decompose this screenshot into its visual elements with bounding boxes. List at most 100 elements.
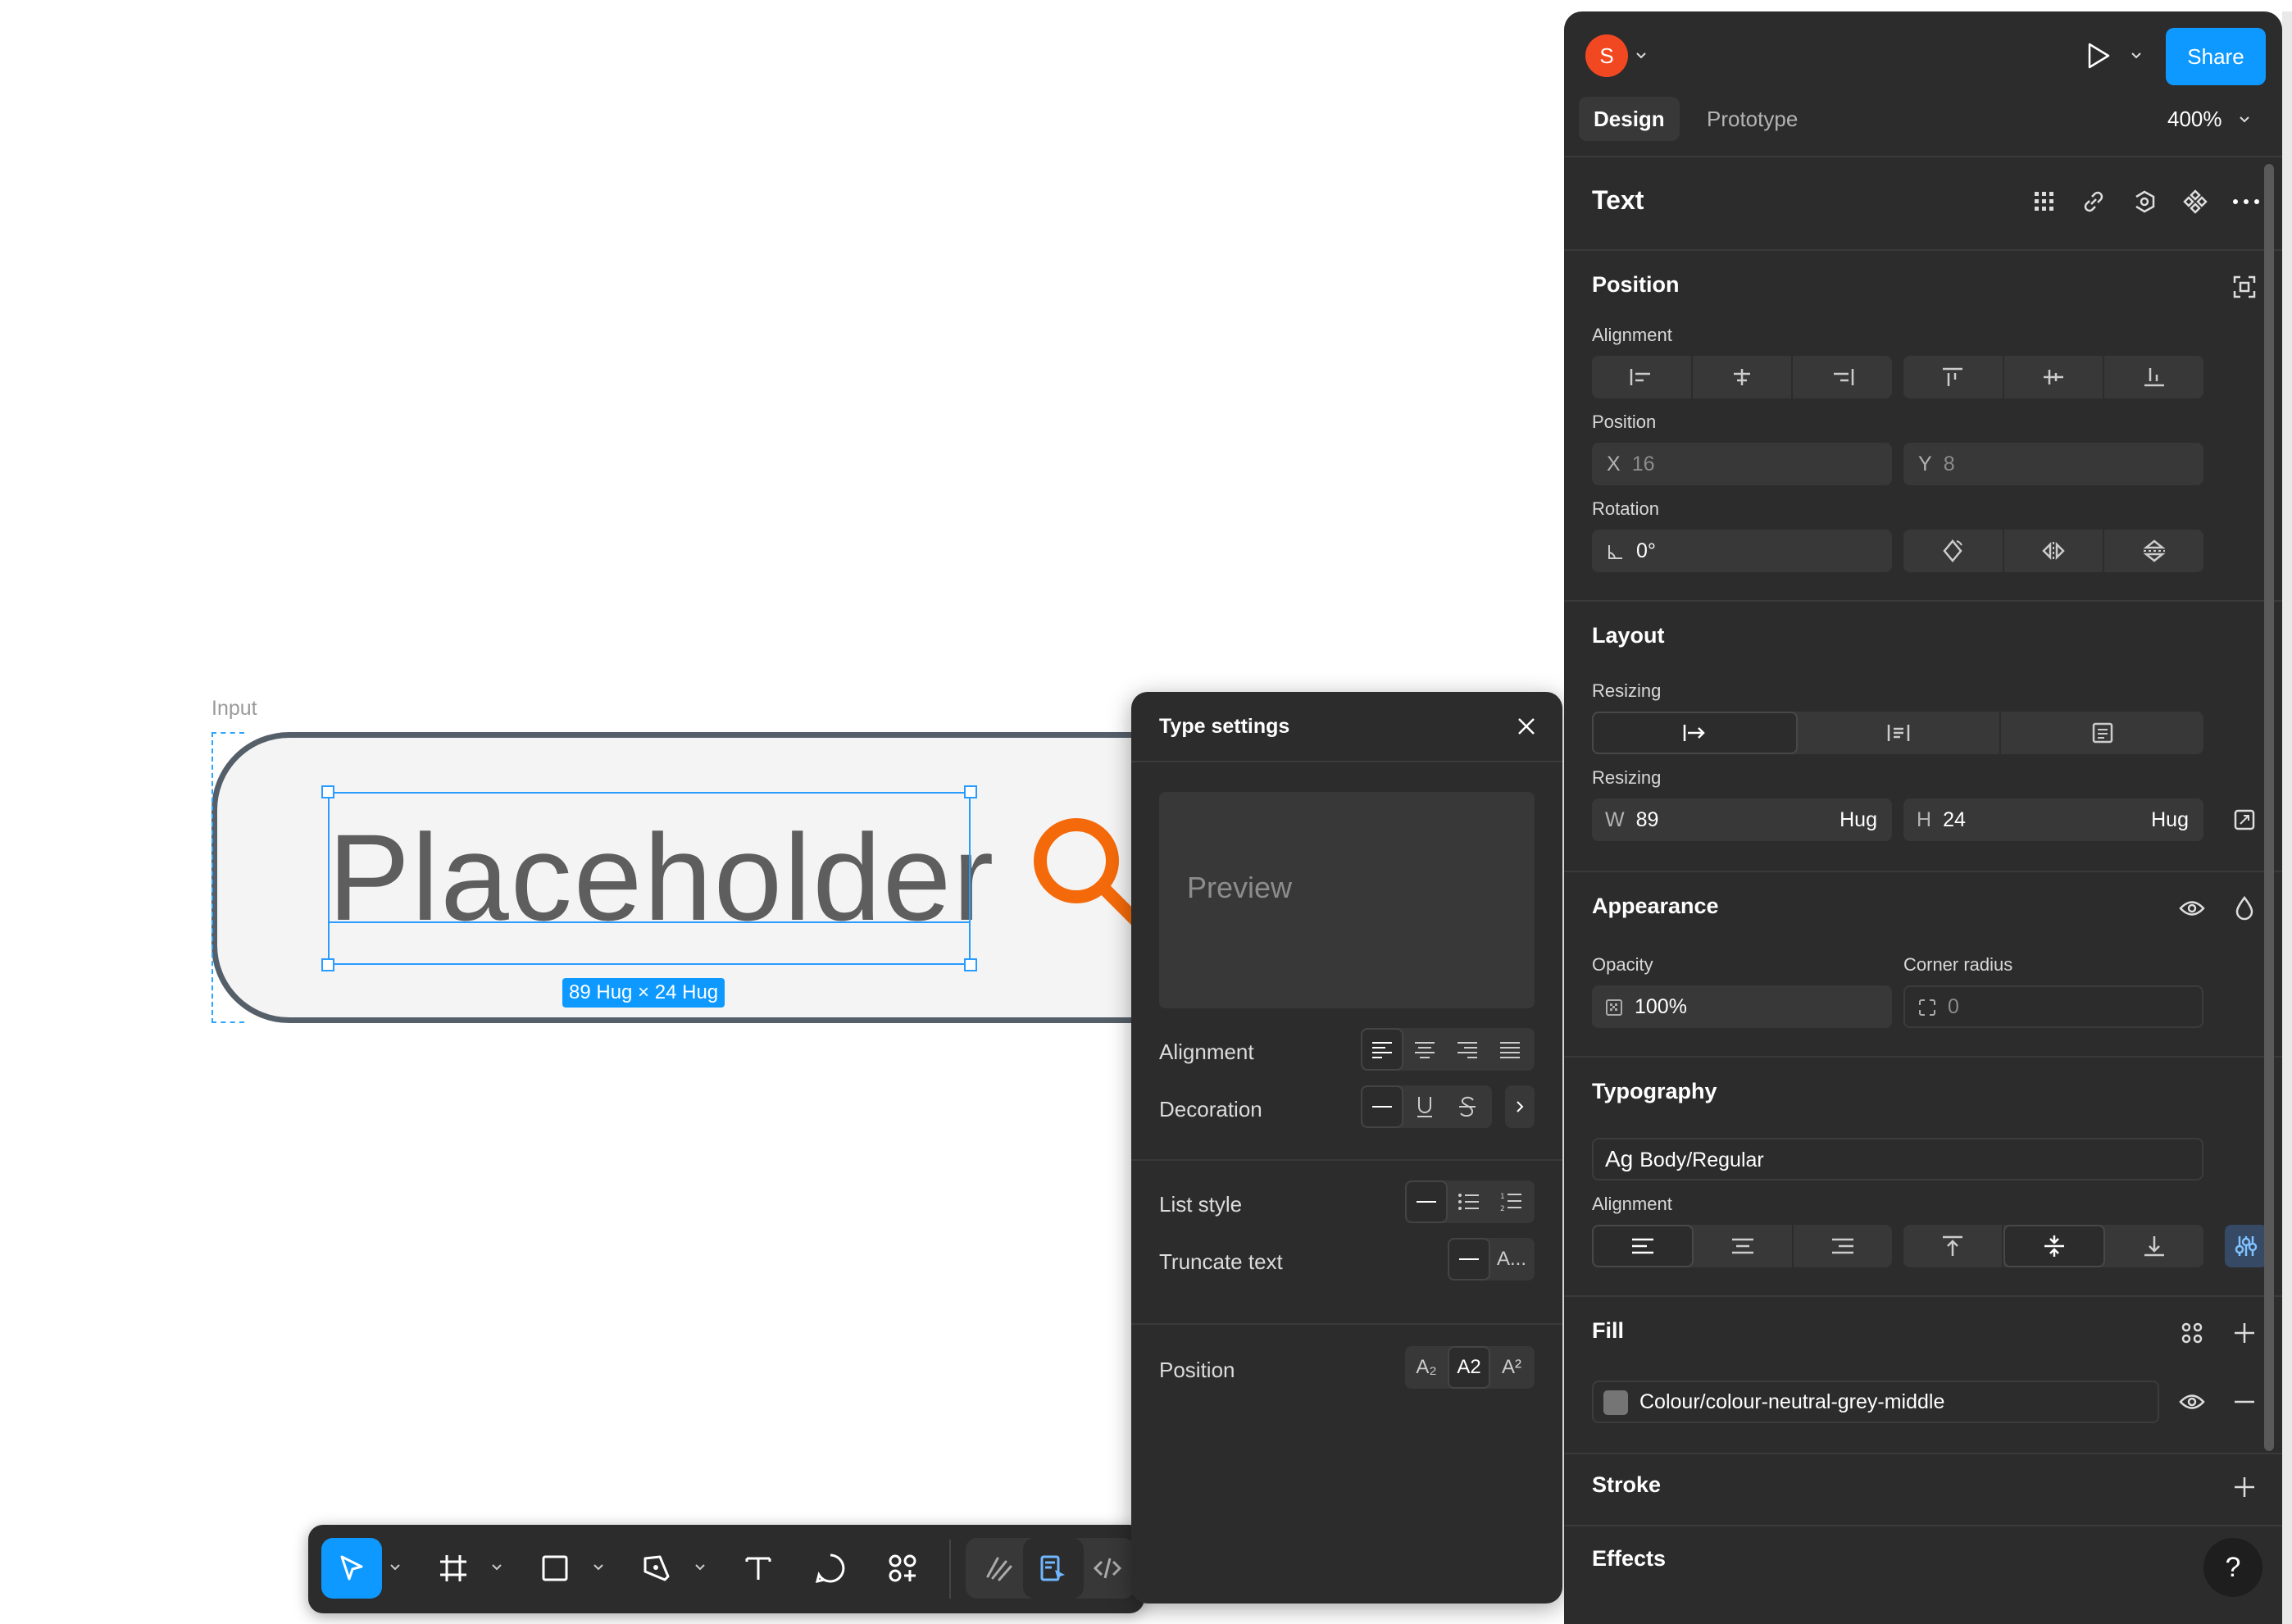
panel-scrollbar[interactable] xyxy=(2264,164,2274,1451)
frame-tool-icon[interactable] xyxy=(423,1538,484,1599)
text-tool-icon[interactable] xyxy=(728,1538,789,1599)
resize-handle-top-left[interactable] xyxy=(321,785,334,798)
height-input[interactable]: H 24 Hug xyxy=(1903,798,2203,841)
horizontal-align-control xyxy=(1592,356,1892,398)
effects-section-title: Effects xyxy=(1592,1546,1667,1571)
chevron-down-icon[interactable] xyxy=(489,1559,505,1576)
constrain-proportions-icon[interactable] xyxy=(2228,803,2261,836)
opacity-input[interactable]: 100% xyxy=(1592,985,1892,1028)
resize-handle-bottom-left[interactable] xyxy=(321,958,334,971)
style-icon[interactable] xyxy=(2128,185,2161,218)
numbered-list-icon[interactable]: 12 xyxy=(1490,1180,1533,1223)
align-justify-icon[interactable] xyxy=(1489,1028,1531,1071)
decoration-none-icon[interactable] xyxy=(1361,1085,1403,1128)
align-horizontal-center-icon[interactable] xyxy=(1693,356,1794,398)
add-stroke-icon[interactable] xyxy=(2228,1471,2261,1503)
blend-mode-icon[interactable] xyxy=(2228,892,2261,925)
grid-icon[interactable] xyxy=(2028,185,2061,218)
link-icon[interactable] xyxy=(2077,185,2110,218)
align-bottom-edge-icon[interactable] xyxy=(2104,356,2203,398)
tab-prototype[interactable]: Prototype xyxy=(1692,97,1812,141)
subscript-option[interactable]: A₂ xyxy=(1405,1346,1448,1389)
text-resizing-control xyxy=(1592,712,2203,754)
auto-width-icon[interactable] xyxy=(1592,712,1798,754)
tab-design[interactable]: Design xyxy=(1579,97,1680,141)
move-tool-icon[interactable] xyxy=(321,1538,382,1599)
help-button[interactable]: ? xyxy=(2203,1538,2262,1597)
rotation-input[interactable]: 0° xyxy=(1592,530,1892,572)
rotate-icon[interactable] xyxy=(1903,530,2004,572)
type-settings-icon[interactable] xyxy=(2225,1225,2267,1267)
normal-position-option[interactable]: A2 xyxy=(1448,1346,1490,1389)
pen-tool-icon[interactable] xyxy=(626,1538,687,1599)
truncate-ellipsis-option[interactable]: A... xyxy=(1490,1238,1533,1281)
align-vertical-center-icon[interactable] xyxy=(2004,356,2105,398)
chevron-down-icon[interactable] xyxy=(2130,49,2143,62)
align-center-icon[interactable] xyxy=(1403,1028,1446,1071)
text-align-center-icon[interactable] xyxy=(1694,1225,1794,1267)
flip-horizontal-icon[interactable] xyxy=(2004,530,2105,572)
x-position-input[interactable]: X 16 xyxy=(1592,443,1892,485)
y-position-input[interactable]: Y8 xyxy=(1903,443,2203,485)
text-align-top-icon[interactable] xyxy=(1903,1225,2003,1267)
list-none-icon[interactable] xyxy=(1405,1180,1448,1223)
dev-mode-icon[interactable] xyxy=(1077,1538,1138,1599)
chevron-down-icon[interactable] xyxy=(1635,49,1648,62)
play-icon[interactable] xyxy=(2081,38,2117,74)
corner-radius-input[interactable]: 0 xyxy=(1903,985,2203,1028)
zoom-level[interactable]: 400% xyxy=(2167,107,2222,132)
rectangle-tool-icon[interactable] xyxy=(525,1538,585,1599)
constraints-icon[interactable] xyxy=(2228,271,2261,303)
remove-fill-icon[interactable] xyxy=(2228,1385,2261,1418)
eye-icon[interactable] xyxy=(2176,1385,2208,1418)
chevron-down-icon[interactable] xyxy=(2238,113,2251,126)
color-swatch[interactable] xyxy=(1603,1390,1628,1416)
close-icon[interactable] xyxy=(1512,712,1541,741)
text-align-right-icon[interactable] xyxy=(1794,1225,1892,1267)
chevron-down-icon[interactable] xyxy=(387,1559,403,1576)
frame-label[interactable]: Input xyxy=(211,697,257,721)
text-align-middle-icon[interactable] xyxy=(2003,1225,2105,1267)
flip-vertical-icon[interactable] xyxy=(2104,530,2203,572)
bulleted-list-icon[interactable] xyxy=(1448,1180,1490,1223)
design-mode-icon[interactable] xyxy=(1023,1538,1084,1599)
comment-tool-icon[interactable] xyxy=(800,1538,861,1599)
chevron-down-icon[interactable] xyxy=(590,1559,607,1576)
strikethrough-icon[interactable] xyxy=(1446,1085,1489,1128)
actions-tool-icon[interactable] xyxy=(872,1538,933,1599)
styles-icon[interactable] xyxy=(2176,1317,2208,1349)
position-section-title: Position xyxy=(1592,272,1680,297)
draw-mode-icon[interactable] xyxy=(969,1538,1030,1599)
resize-handle-bottom-right[interactable] xyxy=(964,958,977,971)
align-left-edge-icon[interactable] xyxy=(1592,356,1693,398)
align-left-icon[interactable] xyxy=(1361,1028,1403,1071)
chevron-right-icon[interactable] xyxy=(1505,1085,1535,1128)
width-mode[interactable]: Hug xyxy=(1840,798,1877,841)
underline-icon[interactable] xyxy=(1403,1085,1446,1128)
text-style-picker[interactable]: Ag Body/Regular xyxy=(1592,1138,2203,1180)
width-input[interactable]: W 89 Hug xyxy=(1592,798,1892,841)
component-icon[interactable] xyxy=(2179,185,2212,218)
add-fill-icon[interactable] xyxy=(2228,1317,2261,1349)
height-mode[interactable]: Hug xyxy=(2151,798,2189,841)
superscript-option[interactable]: A² xyxy=(1490,1346,1533,1389)
fixed-size-icon[interactable] xyxy=(2001,712,2203,754)
fill-variable-picker[interactable]: Colour/colour-neutral-grey-middle xyxy=(1592,1381,2159,1423)
truncate-none-icon[interactable] xyxy=(1448,1238,1490,1281)
alignment-label: Alignment xyxy=(1159,1039,1254,1064)
share-button[interactable]: Share xyxy=(2166,28,2266,85)
align-right-edge-icon[interactable] xyxy=(1793,356,1892,398)
chevron-down-icon[interactable] xyxy=(692,1559,708,1576)
text-align-left-icon[interactable] xyxy=(1592,1225,1694,1267)
auto-height-icon[interactable] xyxy=(1798,712,2002,754)
search-icon[interactable] xyxy=(1029,813,1144,932)
align-top-edge-icon[interactable] xyxy=(1903,356,2004,398)
more-options-icon[interactable] xyxy=(2228,185,2264,218)
align-right-icon[interactable] xyxy=(1446,1028,1489,1071)
resize-handle-top-right[interactable] xyxy=(964,785,977,798)
eye-icon[interactable] xyxy=(2176,892,2208,925)
avatar[interactable]: S xyxy=(1585,34,1628,77)
resizing-label: Resizing xyxy=(1592,680,1662,701)
text-align-bottom-icon[interactable] xyxy=(2105,1225,2203,1267)
more-decorations[interactable] xyxy=(1505,1085,1535,1128)
